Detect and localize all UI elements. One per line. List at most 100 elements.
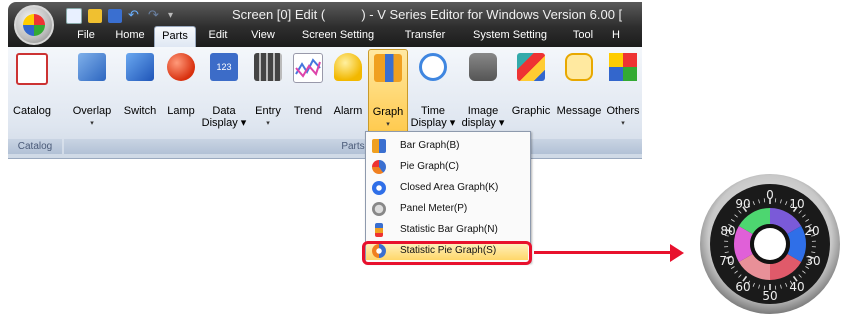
scale-label-30: 30 (805, 254, 820, 268)
tab-screen-setting[interactable]: Screen Setting (286, 26, 390, 46)
image-display-label: Imagedisplay ▾ (458, 105, 508, 129)
switch-button[interactable]: Switch (118, 49, 162, 137)
bar-graph-icon (372, 139, 386, 153)
alarm-bell-icon (334, 53, 362, 81)
trend-line-icon (294, 54, 322, 82)
tab-view[interactable]: View (240, 26, 286, 46)
quick-access-toolbar: ↶ ↷ ▾ (66, 8, 178, 24)
camera-icon (469, 53, 497, 81)
statistic-pie-gauge-preview: 0 10 20 30 40 50 60 70 80 90 (699, 173, 841, 315)
title-bar: ↶ ↷ ▾ Screen [0] Edit ( ) - V Series Edi… (8, 2, 642, 47)
message-button[interactable]: Message (554, 49, 604, 137)
entry-button[interactable]: Entry ▾ (248, 49, 288, 137)
menu-item-pie-graph[interactable]: Pie Graph(C) (366, 158, 528, 176)
catalog-group-label: Catalog (8, 139, 62, 154)
message-label: Message (554, 105, 604, 117)
menu-item-statistic-bar-graph[interactable]: Statistic Bar Graph(N) (366, 221, 528, 239)
menu-item-label: Bar Graph(B) (400, 137, 459, 155)
callout-arrow-line (534, 251, 672, 254)
parts-group-label: Parts (64, 139, 642, 154)
overlap-button[interactable]: Overlap ▾ (66, 49, 118, 137)
redo-icon[interactable]: ↷ (148, 9, 162, 23)
trend-button[interactable]: Trend (288, 49, 328, 137)
time-display-button[interactable]: TimeDisplay ▾ (408, 49, 458, 137)
overlap-label: Overlap (66, 105, 118, 117)
application-menu-button[interactable] (14, 5, 54, 45)
overlap-dropdown-arrow: ▾ (66, 119, 118, 127)
scale-label-60: 60 (735, 280, 750, 294)
data-display-label: DataDisplay ▾ (200, 105, 248, 129)
lamp-icon (167, 53, 195, 81)
data-display-icon: 123 (210, 53, 238, 81)
message-icon (565, 53, 593, 81)
customize-toolbar-icon[interactable]: ▾ (168, 9, 178, 23)
scale-label-90: 90 (735, 197, 750, 211)
catalog-label: Catalog (10, 105, 54, 117)
image-display-button[interactable]: Imagedisplay ▾ (458, 49, 508, 137)
tab-h[interactable]: H (606, 26, 626, 46)
closed-area-graph-icon (372, 181, 386, 195)
window-title: Screen [0] Edit ( ) - V Series Editor fo… (232, 7, 622, 22)
clock-icon (419, 53, 447, 81)
time-display-label-line2: Display (411, 117, 447, 129)
tab-edit[interactable]: Edit (196, 26, 240, 46)
entry-dropdown-arrow: ▾ (248, 119, 288, 127)
tab-file[interactable]: File (66, 26, 106, 46)
switch-label: Switch (118, 105, 162, 117)
undo-icon[interactable]: ↶ (128, 9, 142, 23)
time-display-label: TimeDisplay ▾ (408, 105, 458, 129)
tab-parts[interactable]: Parts (154, 26, 196, 47)
image-display-label-line2: display (462, 117, 496, 129)
menu-item-panel-meter[interactable]: Panel Meter(P) (366, 200, 528, 218)
entry-icon (254, 53, 282, 81)
scale-label-10: 10 (789, 197, 804, 211)
trend-icon (293, 53, 323, 83)
menu-item-label: Statistic Bar Graph(N) (400, 221, 498, 239)
time-display-label-line1: Time (421, 105, 445, 117)
graphic-icon (517, 53, 545, 81)
new-file-icon[interactable] (66, 8, 82, 24)
pie-graph-icon (372, 160, 386, 174)
menu-item-label: Closed Area Graph(K) (400, 179, 498, 197)
tab-home[interactable]: Home (106, 26, 154, 46)
lamp-button[interactable]: Lamp (162, 49, 200, 137)
switch-icon (126, 53, 154, 81)
trend-label: Trend (288, 105, 328, 117)
scale-label-80: 80 (720, 224, 735, 238)
graphic-button[interactable]: Graphic (508, 49, 554, 137)
menu-item-label: Pie Graph(C) (400, 158, 459, 176)
others-button[interactable]: Others ▾ (604, 49, 642, 137)
menu-item-label: Panel Meter(P) (400, 200, 467, 218)
graph-label: Graph (369, 106, 407, 118)
gauge-center (754, 228, 786, 260)
lamp-label: Lamp (162, 105, 200, 117)
image-display-label-line1: Image (468, 105, 499, 117)
tab-system-setting[interactable]: System Setting (460, 26, 560, 46)
highlight-frame (362, 241, 532, 265)
tab-transfer[interactable]: Transfer (390, 26, 460, 46)
tab-tool[interactable]: Tool (560, 26, 606, 46)
gauge-tick (775, 198, 776, 202)
others-icon (609, 53, 637, 81)
catalog-book-icon (16, 53, 48, 85)
others-dropdown-arrow: ▾ (604, 119, 642, 127)
catalog-button[interactable]: Catalog (10, 49, 54, 137)
save-icon[interactable] (108, 9, 122, 23)
menu-item-bar-graph[interactable]: Bar Graph(B) (366, 137, 528, 155)
menu-item-closed-area-graph[interactable]: Closed Area Graph(K) (366, 179, 528, 197)
entry-label: Entry (248, 105, 288, 117)
graph-dropdown-arrow: ▾ (369, 120, 407, 128)
gauge-svg: 0 10 20 30 40 50 60 70 80 90 (699, 173, 841, 315)
scale-label-20: 20 (804, 224, 819, 238)
open-folder-icon[interactable] (88, 9, 102, 23)
callout-arrow-head (670, 244, 684, 262)
panel-meter-icon (372, 202, 386, 216)
graph-button[interactable]: Graph ▾ (368, 49, 408, 137)
alarm-button[interactable]: Alarm (328, 49, 368, 137)
alarm-label: Alarm (328, 105, 368, 117)
data-display-button[interactable]: 123 DataDisplay ▾ (200, 49, 248, 137)
editor-window: ↶ ↷ ▾ Screen [0] Edit ( ) - V Series Edi… (8, 2, 642, 164)
app-logo-icon (23, 14, 45, 36)
scale-label-0: 0 (766, 188, 774, 202)
others-label: Others (604, 105, 642, 117)
